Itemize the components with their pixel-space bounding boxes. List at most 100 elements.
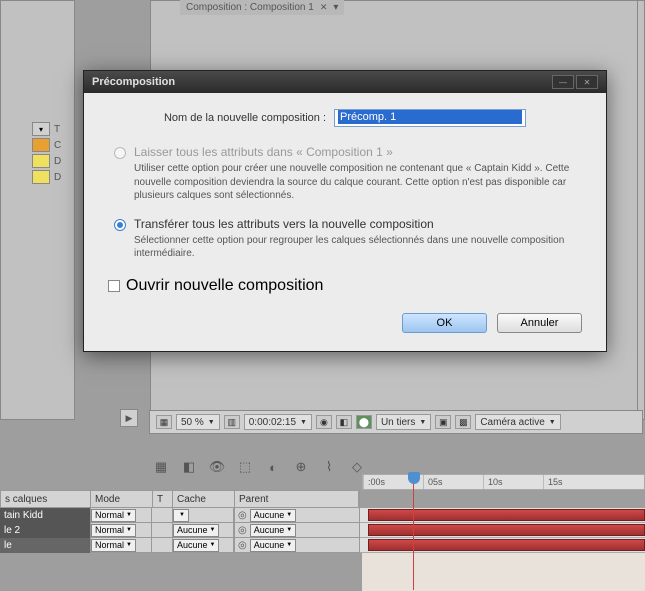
col-parent[interactable]: Parent bbox=[235, 491, 359, 507]
frame-blend-icon[interactable]: ⬚ bbox=[235, 458, 255, 476]
folder-icon bbox=[32, 138, 50, 152]
name-label: Nom de la nouvelle composition : bbox=[164, 112, 326, 124]
pickwhip-icon[interactable]: ◎ bbox=[238, 540, 247, 551]
col-cache[interactable]: Cache bbox=[173, 491, 235, 507]
dialog-titlebar[interactable]: Précomposition — ✕ bbox=[84, 71, 606, 93]
folder-icon bbox=[32, 170, 50, 184]
minimize-button[interactable]: — bbox=[552, 75, 574, 89]
mode-dropdown[interactable]: Normal bbox=[91, 509, 136, 522]
dialog-body: Nom de la nouvelle composition : Précomp… bbox=[84, 93, 606, 351]
tab-menu-icon[interactable]: ▾ bbox=[333, 2, 338, 13]
input-value: Précomp. 1 bbox=[338, 110, 522, 124]
snapshot-icon[interactable]: ◉ bbox=[316, 415, 332, 429]
option2-desc: Sélectionner cette option pour regrouper… bbox=[134, 234, 582, 261]
layer-row[interactable]: le 2 Normal Aucune ◎Aucune bbox=[0, 523, 645, 538]
precompose-dialog: Précomposition — ✕ Nom de la nouvelle co… bbox=[83, 70, 607, 352]
composition-tab[interactable]: Composition : Composition 1 ✕ ▾ bbox=[180, 0, 344, 15]
current-time-indicator[interactable] bbox=[408, 472, 420, 484]
trackmatte-cell bbox=[152, 508, 172, 523]
option2-label: Transférer tous les attributs vers la no… bbox=[134, 217, 582, 231]
time-tick: 15s bbox=[543, 475, 603, 489]
layer-row[interactable]: le Normal Aucune ◎Aucune bbox=[0, 538, 645, 553]
mode-dropdown[interactable]: Normal bbox=[91, 524, 136, 537]
quality-dropdown[interactable]: Un tiers bbox=[376, 414, 431, 430]
pickwhip-icon[interactable]: ◎ bbox=[238, 510, 247, 521]
clip-bar[interactable] bbox=[368, 509, 645, 521]
trackmatte-cell bbox=[152, 523, 172, 538]
parent-dropdown[interactable]: Aucune bbox=[250, 509, 296, 522]
radio-icon[interactable] bbox=[114, 219, 126, 231]
track-area[interactable] bbox=[360, 538, 645, 553]
list-header-row: ▾ T bbox=[32, 122, 61, 136]
grid-icon[interactable]: ▦ bbox=[156, 415, 172, 429]
checkbox-label: Ouvrir nouvelle composition bbox=[126, 277, 323, 295]
close-icon[interactable]: ✕ bbox=[320, 2, 328, 13]
left-panel bbox=[0, 0, 75, 420]
dropdown-icon[interactable]: ▾ bbox=[32, 122, 50, 136]
viewer-footer: ▦ 50 % ▥ 0:00:02:15 ◉ ◧ ⬤ Un tiers ▣ ▩ C… bbox=[149, 410, 643, 434]
composition-name-input[interactable]: Précomp. 1 bbox=[334, 109, 526, 127]
cache-dropdown[interactable]: Aucune bbox=[173, 539, 219, 552]
trackmatte-cell bbox=[152, 538, 172, 553]
pickwhip-icon[interactable]: ◎ bbox=[238, 525, 247, 536]
timeline-toolbar: ▦ ◧ 👁 ⬚ ◐ ⊕ ⌇ ◇ bbox=[151, 458, 367, 476]
cancel-button[interactable]: Annuler bbox=[497, 313, 582, 333]
layer-list: tain Kidd Normal ◎Aucune le 2 Normal Auc… bbox=[0, 508, 645, 553]
timeline-empty-area bbox=[362, 553, 645, 591]
tab-label: Composition : Composition 1 bbox=[186, 2, 314, 13]
cache-dropdown[interactable] bbox=[173, 509, 189, 522]
option1-desc: Utiliser cette option pour créer une nou… bbox=[134, 162, 582, 203]
option1-label: Laisser tous les attributs dans « Compos… bbox=[134, 145, 582, 159]
option-leave-attributes: Laisser tous les attributs dans « Compos… bbox=[114, 145, 582, 203]
list-header: T bbox=[54, 124, 60, 135]
clip-bar[interactable] bbox=[368, 524, 645, 536]
zoom-dropdown[interactable]: 50 % bbox=[176, 414, 220, 430]
project-items: ▾ T C D D bbox=[32, 122, 61, 184]
col-mode[interactable]: Mode bbox=[91, 491, 153, 507]
shy-icon[interactable]: 👁 bbox=[207, 458, 227, 476]
open-new-composition-checkbox[interactable]: Ouvrir nouvelle composition bbox=[108, 277, 582, 295]
ok-button[interactable]: OK bbox=[402, 313, 487, 333]
mode-dropdown[interactable]: Normal bbox=[91, 539, 136, 552]
parent-dropdown[interactable]: Aucune bbox=[250, 524, 296, 537]
layer-row[interactable]: tain Kidd Normal ◎Aucune bbox=[0, 508, 645, 523]
layer-icon[interactable]: ◧ bbox=[179, 458, 199, 476]
col-layers[interactable]: s calques bbox=[1, 491, 91, 507]
option-transfer-attributes[interactable]: Transférer tous les attributs vers la no… bbox=[114, 217, 582, 261]
transparency-icon[interactable]: ▩ bbox=[455, 415, 471, 429]
layer-name[interactable]: le bbox=[0, 538, 90, 553]
brainstorm-icon[interactable]: ⊕ bbox=[291, 458, 311, 476]
folder-icon bbox=[32, 154, 50, 168]
color-icon[interactable]: ⬤ bbox=[356, 415, 372, 429]
item-label: C bbox=[54, 140, 61, 151]
radio-icon bbox=[114, 147, 126, 159]
list-item[interactable]: C bbox=[32, 138, 61, 152]
comp-icon[interactable]: ▦ bbox=[151, 458, 171, 476]
list-item[interactable]: D bbox=[32, 154, 61, 168]
cache-dropdown[interactable]: Aucune bbox=[173, 524, 219, 537]
motion-blur-icon[interactable]: ◐ bbox=[263, 458, 283, 476]
item-label: D bbox=[54, 156, 61, 167]
playhead-line bbox=[413, 480, 414, 590]
time-dropdown[interactable]: 0:00:02:15 bbox=[244, 414, 312, 430]
timeline-columns: s calques Mode T Cache Parent bbox=[0, 490, 360, 508]
checkbox-icon[interactable] bbox=[108, 280, 120, 292]
clip-bar[interactable] bbox=[368, 539, 645, 551]
camera-dropdown[interactable]: Caméra active bbox=[475, 414, 560, 430]
play-button[interactable]: ▶ bbox=[120, 409, 138, 427]
region-icon[interactable]: ▣ bbox=[435, 415, 451, 429]
dialog-title: Précomposition bbox=[92, 76, 175, 88]
layer-name[interactable]: le 2 bbox=[0, 523, 90, 538]
channel-icon[interactable]: ◧ bbox=[336, 415, 352, 429]
close-button[interactable]: ✕ bbox=[576, 75, 598, 89]
aspect-icon[interactable]: ▥ bbox=[224, 415, 240, 429]
time-tick: 05s bbox=[423, 475, 483, 489]
timeline-ruler[interactable]: :00s 05s 10s 15s bbox=[362, 474, 645, 490]
track-area[interactable] bbox=[360, 508, 645, 523]
layer-name[interactable]: tain Kidd bbox=[0, 508, 90, 523]
col-trackmatte[interactable]: T bbox=[153, 491, 173, 507]
parent-dropdown[interactable]: Aucune bbox=[250, 539, 296, 552]
list-item[interactable]: D bbox=[32, 170, 61, 184]
track-area[interactable] bbox=[360, 523, 645, 538]
graph-icon[interactable]: ⌇ bbox=[319, 458, 339, 476]
